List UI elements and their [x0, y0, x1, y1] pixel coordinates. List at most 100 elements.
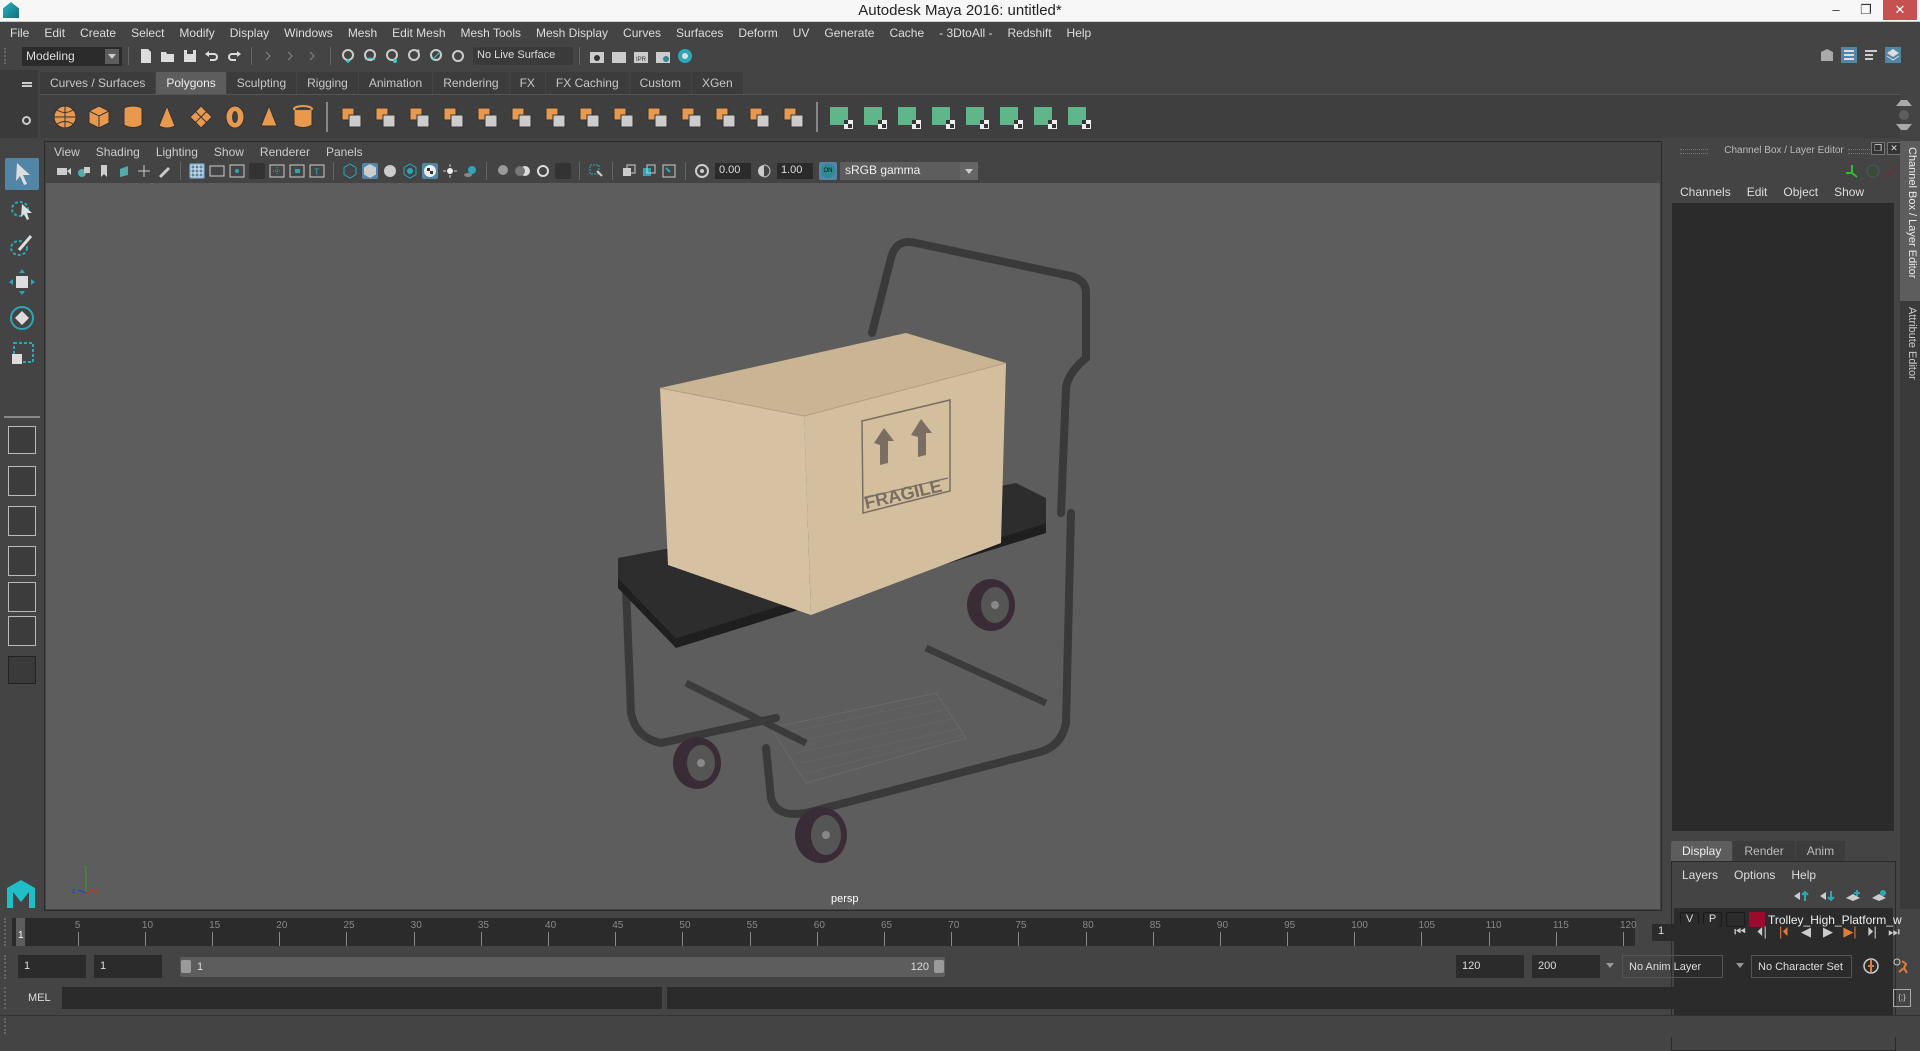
color-management-toggle[interactable]: [819, 162, 837, 180]
menu-edit-mesh[interactable]: Edit Mesh: [392, 26, 445, 40]
redo-icon[interactable]: [226, 48, 242, 64]
gamma-field[interactable]: 1.00: [777, 163, 813, 179]
channel-box-menu-object[interactable]: Object: [1783, 185, 1818, 199]
shelf-tab-rendering[interactable]: Rendering: [433, 72, 509, 94]
animation-start-field[interactable]: 1: [18, 955, 86, 978]
anim-layer-select[interactable]: No Anim Layer: [1622, 955, 1723, 978]
character-set-select[interactable]: No Character Set: [1751, 955, 1852, 978]
camera-tools-icon[interactable]: [76, 163, 92, 179]
current-time-marker[interactable]: 1: [16, 918, 25, 946]
render-current-frame-icon[interactable]: [611, 48, 627, 64]
poly-pipe-icon[interactable]: [290, 104, 316, 130]
wireframe-on-shaded-icon[interactable]: [382, 163, 398, 179]
modeling-toolkit-icon[interactable]: [1819, 47, 1835, 63]
hud-icon[interactable]: [661, 163, 677, 179]
layer-tab-render[interactable]: Render: [1733, 841, 1795, 861]
snap-to-point-icon[interactable]: [384, 48, 400, 64]
step-forward-frame-icon[interactable]: ▶|: [1839, 922, 1861, 942]
help-line-grip[interactable]: [4, 1018, 8, 1034]
manip-scale-icon[interactable]: [1885, 166, 1897, 178]
shelf-tabs-menu-icon[interactable]: [22, 82, 32, 84]
panel-menu-lighting[interactable]: Lighting: [156, 145, 198, 159]
menu-3dtoall[interactable]: - 3DtoAll -: [939, 26, 992, 40]
channel-box-toggle-icon[interactable]: [1885, 47, 1901, 63]
maximize-button[interactable]: ❐: [1852, 0, 1880, 20]
channel-box-menu-edit[interactable]: Edit: [1747, 185, 1768, 199]
float-panel-icon[interactable]: ❐: [1871, 142, 1885, 155]
panel-menu-renderer[interactable]: Renderer: [260, 145, 310, 159]
go-to-end-icon[interactable]: ⏭: [1883, 922, 1905, 942]
animation-preferences-icon[interactable]: [1892, 957, 1910, 975]
offset-edge-loop-icon[interactable]: [780, 104, 806, 130]
minimize-button[interactable]: –: [1822, 0, 1850, 20]
single-pane-layout-icon[interactable]: [8, 426, 36, 454]
insert-edge-loop-icon[interactable]: [746, 104, 772, 130]
persp-graph-layout-icon[interactable]: [8, 546, 36, 576]
2d-pan-zoom-icon[interactable]: [136, 163, 152, 179]
menu-mesh-tools[interactable]: Mesh Tools: [461, 26, 521, 40]
snap-to-grid-icon[interactable]: [340, 48, 356, 64]
grid-toggle-icon[interactable]: [189, 163, 205, 179]
menu-modify[interactable]: Modify: [179, 26, 214, 40]
playback-end-field[interactable]: 120: [1456, 955, 1524, 978]
play-forward-icon[interactable]: ▶: [1817, 922, 1839, 942]
layer-tab-anim[interactable]: Anim: [1795, 841, 1846, 861]
select-by-hierarchy-icon[interactable]: [261, 48, 277, 64]
normal-mapping-icon[interactable]: [998, 104, 1024, 130]
play-backward-icon[interactable]: ◀: [1795, 922, 1817, 942]
menu-surfaces[interactable]: Surfaces: [676, 26, 723, 40]
tab-channel-box-layer-editor[interactable]: Channel Box / Layer Editor: [1900, 141, 1920, 301]
gate-mask-icon[interactable]: [249, 163, 265, 179]
poly-cube-icon[interactable]: [86, 104, 112, 130]
status-line-grip[interactable]: [4, 48, 8, 64]
manip-rotate-icon[interactable]: [1866, 164, 1880, 178]
cylindrical-mapping-icon[interactable]: [896, 104, 922, 130]
menu-set-select[interactable]: Modeling: [22, 46, 122, 66]
smooth-shade-all-icon[interactable]: [362, 163, 378, 179]
scroll-up-icon[interactable]: [1896, 100, 1912, 106]
new-scene-icon[interactable]: [138, 48, 154, 64]
spherical-mapping-icon[interactable]: [930, 104, 956, 130]
step-back-key-icon[interactable]: ⏴|: [1751, 922, 1773, 942]
shelf-tab-animation[interactable]: Animation: [358, 72, 433, 94]
shelf-tab-custom[interactable]: Custom: [629, 72, 691, 94]
panel-menu-view[interactable]: View: [54, 145, 80, 159]
time-slider[interactable]: 1 5 10 15 20 25 30 35 40 45 50 55 60 65 70 75 80 85 90 95 1…: [12, 918, 1637, 946]
menu-file[interactable]: File: [10, 26, 29, 40]
go-to-start-icon[interactable]: ⏮: [1729, 922, 1751, 942]
xray-joints-icon[interactable]: [621, 163, 637, 179]
character-set-chevron-icon[interactable]: [1736, 963, 1744, 968]
undo-icon[interactable]: [204, 48, 220, 64]
poly-torus-icon[interactable]: [222, 104, 248, 130]
menu-create[interactable]: Create: [80, 26, 116, 40]
mirror-icon[interactable]: [406, 104, 432, 130]
poly-pyramid-icon[interactable]: [256, 104, 282, 130]
shelf-tab-sculpting[interactable]: Sculpting: [226, 72, 297, 94]
select-tool-icon[interactable]: [5, 158, 39, 190]
open-scene-icon[interactable]: [160, 48, 176, 64]
close-button[interactable]: ✕: [1883, 0, 1917, 20]
shelf-scroll[interactable]: [1896, 98, 1912, 134]
xray-icon[interactable]: [402, 163, 418, 179]
shelf-tab-fx-caching[interactable]: FX Caching: [545, 72, 629, 94]
tab-attribute-editor[interactable]: Attribute Editor: [1900, 301, 1920, 401]
channel-box-area[interactable]: [1672, 203, 1894, 831]
view-transform-select[interactable]: sRGB gamma: [840, 162, 978, 180]
viewport-persp[interactable]: FRAGILE y x z persp: [46, 183, 1660, 909]
planar-mapping-icon[interactable]: [828, 104, 854, 130]
persp-outliner-graph-layout-icon[interactable]: [8, 616, 36, 646]
channel-box-menu-channels[interactable]: Channels: [1680, 185, 1731, 199]
animation-end-field[interactable]: 200: [1532, 955, 1600, 978]
timeline-grip[interactable]: [4, 918, 8, 946]
anti-aliasing-icon[interactable]: [535, 163, 551, 179]
depth-of-field-icon[interactable]: [555, 163, 571, 179]
menu-uv[interactable]: UV: [793, 26, 810, 40]
menu-mesh[interactable]: Mesh: [348, 26, 377, 40]
exposure-field[interactable]: 0.00: [715, 163, 751, 179]
paint-select-tool-icon[interactable]: [5, 230, 39, 262]
field-chart-icon[interactable]: [269, 163, 285, 179]
gamma-icon[interactable]: [756, 163, 772, 179]
live-surface-field[interactable]: No Live Surface: [473, 47, 573, 65]
bookmark-icon[interactable]: [96, 163, 112, 179]
outliner-persp-layout-icon[interactable]: [8, 506, 36, 536]
